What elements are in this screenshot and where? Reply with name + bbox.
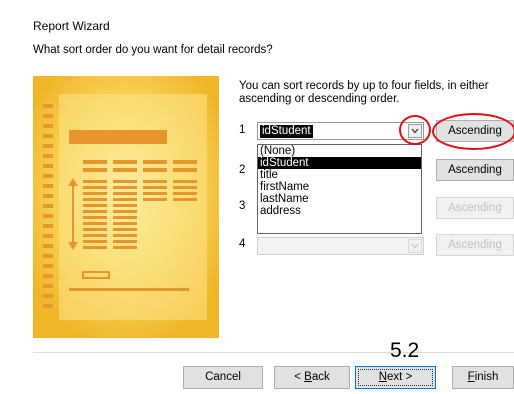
sort-field-4-combo[interactable] <box>257 237 424 255</box>
page-prompt: What sort order do you want for detail r… <box>33 44 273 56</box>
finish-label-key: F <box>467 371 475 383</box>
sort-row-2-number: 2 <box>239 164 246 176</box>
sort-field-dropdown-list[interactable]: (None) idStudent title firstName lastNam… <box>257 144 422 234</box>
dropdown-option-idstudent[interactable]: idStudent <box>258 157 421 169</box>
instructions-text: You can sort records by up to four field… <box>239 80 489 105</box>
step-annotation-label: 5.2 <box>390 339 420 362</box>
annotation-ring-dropdown <box>399 115 431 145</box>
chevron-down-icon <box>411 243 419 249</box>
report-preview-illustration <box>33 76 219 338</box>
sort-order-2-button[interactable]: Ascending <box>436 159 514 181</box>
sort-row-3-number: 3 <box>239 200 246 212</box>
sort-field-4-dropdown-button[interactable] <box>408 239 422 253</box>
annotation-ring-ascending <box>432 113 514 150</box>
next-label-key: N <box>378 371 388 383</box>
back-button[interactable]: < Back <box>274 366 350 389</box>
back-label-prefix: < <box>294 371 305 383</box>
sort-order-4-button[interactable]: Ascending <box>436 234 514 256</box>
window-title: Report Wizard <box>33 19 110 33</box>
footer-divider <box>33 352 514 353</box>
sort-row-4-number: 4 <box>239 238 246 250</box>
cancel-button[interactable]: Cancel <box>183 366 263 389</box>
sort-field-1-value: idStudent <box>260 125 313 138</box>
back-label-rest: ack <box>311 371 330 383</box>
sort-order-3-button[interactable]: Ascending <box>436 197 514 219</box>
dropdown-option-none[interactable]: (None) <box>258 145 421 157</box>
finish-button[interactable]: Finish <box>452 366 514 389</box>
back-label-key: B <box>304 371 312 383</box>
next-button[interactable]: Next > <box>355 366 436 389</box>
dropdown-option-address[interactable]: address <box>258 205 421 217</box>
report-preview-icon <box>33 76 219 338</box>
dropdown-option-firstname[interactable]: firstName <box>258 181 421 193</box>
finish-label-rest: inish <box>474 371 499 383</box>
next-label-rest: ext > <box>387 371 413 383</box>
sort-row-1-number: 1 <box>239 124 246 136</box>
dropdown-option-title[interactable]: title <box>258 169 421 181</box>
dropdown-option-lastname[interactable]: lastName <box>258 193 421 205</box>
